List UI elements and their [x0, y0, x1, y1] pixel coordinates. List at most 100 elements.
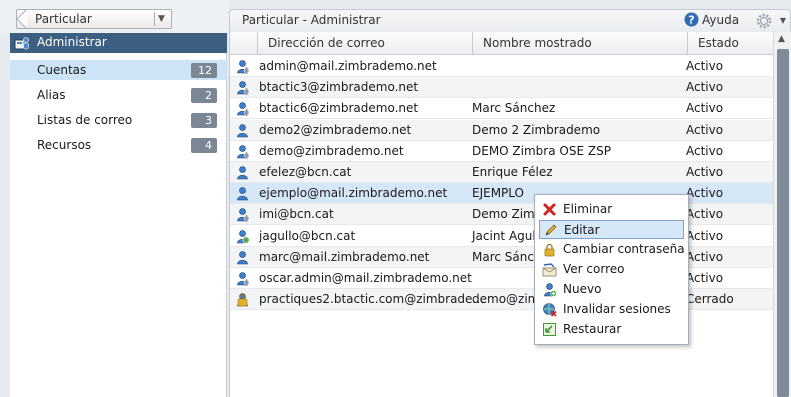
- back-arrow-icon[interactable]: [16, 9, 28, 29]
- table-row[interactable]: oscar.admin@mail.zimbrademo.net Activo: [230, 268, 773, 289]
- scrollbar-thumb[interactable]: [777, 49, 789, 397]
- table-row[interactable]: efelez@bcn.cat Enrique Félez Activo: [230, 162, 773, 183]
- display-name-cell: Marc Sánch: [472, 249, 542, 264]
- email-cell: demo2@zimbrademo.net: [259, 122, 412, 137]
- table-row[interactable]: marc@mail.zimbrademo.net Marc Sánch Activo: [230, 246, 773, 268]
- nav-item-listas-de-correo[interactable]: Listas de correo 3: [10, 110, 227, 130]
- table-row[interactable]: practiques2.btactic.com@zimbrade… demo@zi…: [230, 289, 773, 311]
- status-cell: Activo: [686, 101, 724, 116]
- user-icon: [237, 166, 248, 180]
- count-badge: 12: [191, 63, 217, 78]
- email-cell: practiques2.btactic.com@zimbrade…: [259, 292, 485, 307]
- user-icon: [237, 187, 248, 201]
- email-cell: admin@mail.zimbrademo.net: [259, 59, 437, 73]
- column-header-type[interactable]: [230, 32, 257, 55]
- nav-item-label: Alias: [37, 88, 66, 102]
- table-row[interactable]: demo@zimbrademo.net DEMO Zimbra OSE ZSP Ac…: [230, 141, 773, 162]
- display-name-cell: Enrique Félez: [472, 165, 553, 179]
- column-header-email[interactable]: Dirección de correo: [257, 32, 472, 55]
- locked-user-icon: [237, 293, 248, 307]
- email-cell: btactic6@zimbrademo.net: [259, 101, 419, 116]
- edit-icon: [545, 224, 557, 236]
- table-row[interactable]: jagullo@bcn.cat Jacint Agull Activo: [230, 226, 773, 247]
- nav-item-recursos[interactable]: Recursos 4: [10, 135, 227, 155]
- nav-item-alias[interactable]: Alias 2: [10, 85, 227, 105]
- nav-item-label: Recursos: [37, 138, 92, 152]
- table-row[interactable]: imi@bcn.cat Demo Zimb Activo: [230, 204, 773, 226]
- app-selector-label: Particular: [35, 12, 92, 26]
- table-row[interactable]: ejemplo@mail.zimbrademo.net EJEMPLO Activo: [230, 183, 773, 205]
- nav-item-cuentas[interactable]: Cuentas 12: [10, 60, 227, 80]
- column-header-name[interactable]: Nombre mostrado: [472, 32, 687, 55]
- selector-divider: [154, 12, 155, 26]
- email-cell: imi@bcn.cat: [259, 207, 334, 222]
- admin-user-icon: [237, 60, 250, 74]
- display-name-cell: Demo Zimb: [472, 207, 543, 222]
- admin-nav-list: Cuentas 12 Alias 2 Listas de correo 3 Re…: [10, 53, 227, 397]
- context-menu: Eliminar Editar Cambiar contraseña Ver corr…: [534, 194, 689, 345]
- status-cell: Activo: [686, 271, 724, 285]
- email-cell: demo@zimbrademo.net: [259, 143, 404, 158]
- email-cell: ejemplo@mail.zimbrademo.net: [259, 186, 448, 201]
- count-badge: 3: [191, 113, 217, 128]
- menu-item-nuevo[interactable]: Nuevo: [539, 280, 684, 299]
- menu-item-label: Cambiar contraseña: [563, 242, 685, 256]
- admin-user-icon: [237, 208, 250, 223]
- navigation-panel: Particular ▼ Administrar Cuentas 12 Alia…: [0, 0, 229, 397]
- menu-item-restaurar[interactable]: Restaurar: [539, 320, 684, 339]
- table-row[interactable]: btactic6@zimbrademo.net Marc Sánchez Activ…: [230, 98, 773, 120]
- status-cell: Activo: [686, 249, 724, 264]
- display-name-cell: Demo 2 Zimbrademo: [472, 122, 601, 137]
- menu-item-editar[interactable]: Editar: [539, 220, 684, 239]
- admin-icon: [14, 37, 29, 50]
- table-header: Dirección de correo Nombre mostrado Esta…: [230, 32, 774, 55]
- user-icon: [237, 250, 248, 265]
- menu-item-eliminar[interactable]: Eliminar: [539, 200, 684, 219]
- chevron-down-icon[interactable]: ▼: [780, 16, 786, 25]
- status-cell: Activo: [686, 80, 724, 95]
- content-panel: Particular - Administrar ? Ayuda ▼ Direc…: [229, 0, 791, 397]
- svg-text:?: ?: [688, 14, 694, 27]
- column-header-status[interactable]: Estado: [687, 32, 774, 55]
- table-row[interactable]: demo2@zimbrademo.net Demo 2 Zimbrademo Act…: [230, 119, 773, 141]
- scroll-up-arrow-icon[interactable]: ▲: [778, 34, 785, 44]
- page-title: Particular - Administrar: [242, 13, 381, 27]
- menu-item-invalidar-sesiones[interactable]: Invalidar sesiones: [539, 300, 684, 319]
- administrar-header[interactable]: Administrar: [10, 33, 227, 53]
- menu-item-label: Editar: [564, 223, 600, 237]
- display-name-cell: Jacint Agull: [472, 228, 540, 243]
- admin-user-icon: [237, 81, 250, 96]
- admin-user-icon: [237, 144, 250, 159]
- help-button[interactable]: ? Ayuda: [684, 12, 746, 28]
- table-row[interactable]: admin@mail.zimbrademo.net Activo: [230, 56, 773, 77]
- gear-icon[interactable]: [756, 13, 772, 29]
- status-cell: Activo: [686, 59, 724, 73]
- menu-item-ver-correo[interactable]: Ver correo: [539, 260, 684, 279]
- vertical-scrollbar[interactable]: ▲: [773, 32, 791, 397]
- status-cell: Activo: [686, 228, 724, 243]
- menu-item-label: Nuevo: [563, 282, 602, 296]
- invalidate-sessions-icon: [543, 303, 557, 317]
- chevron-down-icon[interactable]: ▼: [158, 11, 170, 27]
- status-cell: Activo: [686, 207, 724, 222]
- email-cell: btactic3@zimbrademo.net: [259, 80, 419, 95]
- admin-user-icon: [237, 102, 250, 117]
- menu-item-cambiar-contraseña[interactable]: Cambiar contraseña: [539, 240, 685, 259]
- menu-item-label: Eliminar: [563, 202, 613, 216]
- user-icon: [237, 123, 248, 137]
- help-icon: ?: [684, 12, 699, 27]
- nav-item-label: Listas de correo: [37, 113, 133, 127]
- menu-item-label: Restaurar: [563, 322, 622, 336]
- status-cell: Activo: [686, 186, 724, 201]
- admin-user-icon: [237, 272, 250, 286]
- email-cell: jagullo@bcn.cat: [259, 228, 356, 243]
- help-label: Ayuda: [702, 13, 740, 27]
- display-name-cell: Marc Sánchez: [472, 101, 556, 116]
- table-row[interactable]: btactic3@zimbrademo.net Activo: [230, 77, 773, 99]
- menu-item-label: Invalidar sesiones: [563, 302, 671, 316]
- navigation-toolbar: Particular ▼: [0, 0, 229, 33]
- app-selector-dropdown[interactable]: Particular ▼: [16, 9, 172, 29]
- display-name-cell: demo@zim: [472, 292, 540, 307]
- status-cell: Cerrado: [686, 292, 734, 307]
- global-admin-icon: [237, 229, 250, 244]
